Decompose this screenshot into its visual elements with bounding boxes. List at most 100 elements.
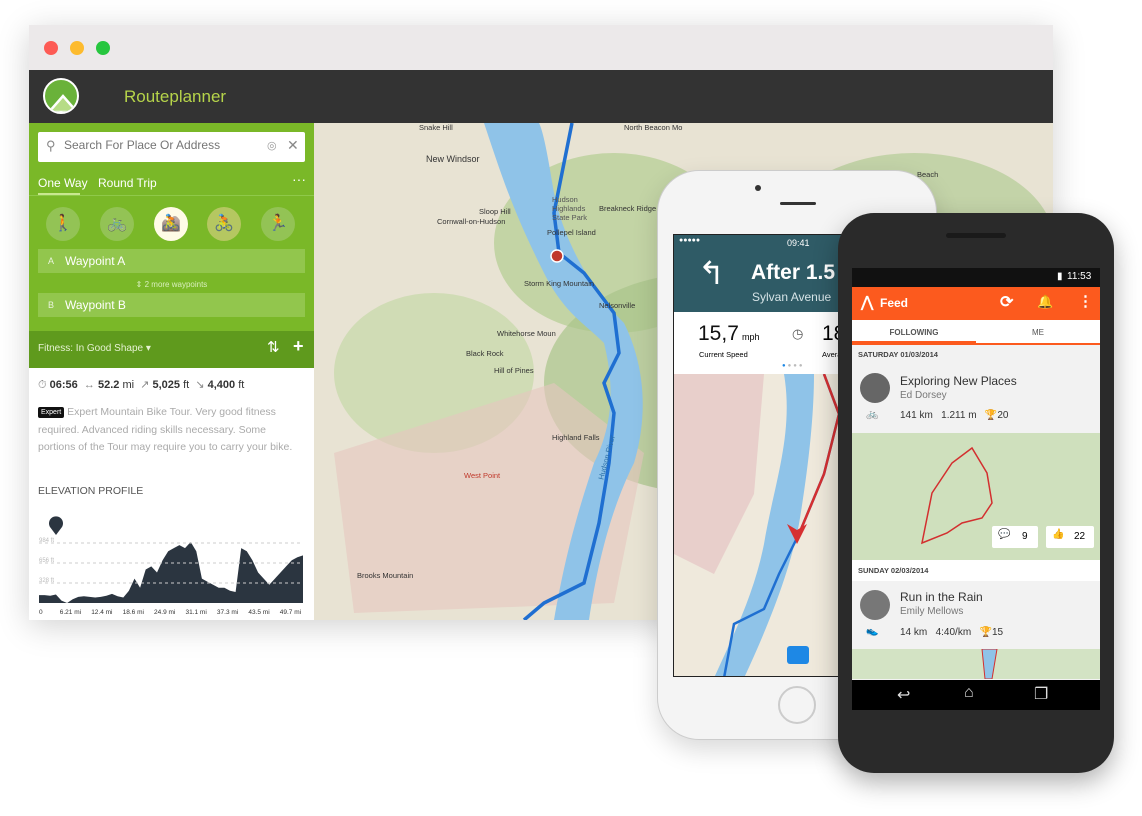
activity-map[interactable]	[852, 649, 1100, 679]
map-label: Storm King Mountain	[524, 279, 595, 288]
mode-hiking-button[interactable]: 🚶	[46, 207, 80, 241]
activity-card[interactable]: Exploring New Places Ed Dorsey 🚲 141 km …	[852, 365, 1100, 560]
tab-one-way[interactable]: One Way	[38, 176, 88, 190]
fitness-dropdown[interactable]: Fitness: In Good Shape ▾	[38, 343, 151, 354]
mode-running-button[interactable]: 🏃	[261, 207, 295, 241]
elevation-x-tick: 24.9 mi	[154, 609, 175, 616]
uphill: 5,025	[152, 379, 181, 391]
trophy-icon: 🏆	[984, 410, 998, 421]
home-icon[interactable]: ⌂	[964, 684, 974, 702]
more-waypoints-label: 2 more waypoints	[144, 280, 208, 289]
elevation-x-tick: 37.3 mi	[217, 609, 238, 616]
kudos-button[interactable]: 👍 22	[1046, 526, 1094, 548]
feed-date: SUNDAY 02/03/2014	[858, 566, 929, 575]
clear-icon[interactable]: ✕	[287, 137, 299, 154]
map-label: Brooks Mountain	[357, 571, 414, 580]
home-button[interactable]	[778, 686, 816, 724]
elevation-x-tick: 49.7 mi	[280, 609, 301, 616]
tab-following[interactable]: FOLLOWING	[852, 328, 976, 337]
refresh-icon[interactable]: ⟳	[1000, 292, 1013, 312]
more-options-icon[interactable]: ···	[292, 171, 306, 187]
elevation-x-tick: 6.21 mi	[60, 609, 81, 616]
status-bar: ▮ 11:53	[852, 268, 1100, 287]
minimize-window-button[interactable]	[70, 41, 84, 55]
komoot-logo[interactable]	[43, 78, 79, 114]
map-label: Breakneck Ridge	[599, 204, 657, 213]
map-label: Whitehorse Moun	[497, 329, 556, 338]
running-icon: 🏃	[268, 215, 288, 232]
map-label: Cornwall-on-Hudson	[437, 217, 506, 226]
comment-icon: 💬	[998, 529, 1011, 540]
notifications-icon[interactable]: 🔔	[1037, 294, 1053, 310]
elevation-gain: 1.211 m	[941, 410, 977, 421]
mode-mountain-bike-button[interactable]: 🚵	[154, 207, 188, 241]
screen-title: Feed	[880, 296, 909, 310]
start-marker-icon[interactable]	[49, 516, 63, 535]
app-title: Routeplanner	[124, 87, 227, 106]
tab-me[interactable]: ME	[976, 328, 1100, 337]
kudos-count: 22	[1074, 531, 1086, 542]
athlete-name[interactable]: Emily Mellows	[900, 606, 963, 617]
current-speed: 15,7	[698, 322, 739, 345]
distance: 52.2	[97, 379, 120, 391]
speed-panel: 15,7 mph Current Speed ◷ 18 Avera ●●●●	[674, 312, 852, 374]
uphill-icon: ↗	[140, 379, 150, 391]
overflow-menu-icon[interactable]: ⋮	[1078, 292, 1093, 310]
athlete-name[interactable]: Ed Dorsey	[900, 390, 947, 401]
route-stats: ⏱ 06:56 ↔ 52.2 mi ↗ 5,025 ft ↘ 4,400 ft	[38, 378, 244, 392]
route-marker[interactable]	[550, 249, 564, 263]
avatar[interactable]	[860, 590, 890, 620]
speaker	[946, 233, 1006, 238]
elevation-chart[interactable]: 984 ft 656 ft 328 ft 0 6.21 mi 12.4 mi 18.6 mi…	[29, 505, 314, 620]
back-icon[interactable]: ↩	[897, 685, 910, 705]
feed-date-row: SUNDAY 02/03/2014	[852, 560, 1100, 581]
maximize-window-button[interactable]	[96, 41, 110, 55]
map-label: Nelsonville	[599, 301, 636, 310]
activity-title[interactable]: Run in the Rain	[900, 590, 983, 604]
bike-icon: 🚲	[866, 409, 879, 420]
battery-icon: ▮	[1057, 271, 1063, 282]
mountain-bike-icon: 🚵	[161, 215, 181, 232]
activity-card[interactable]: Run in the Rain Emily Mellows 👟 14 km 4:…	[852, 581, 1100, 681]
tab-round-trip[interactable]: Round Trip	[98, 176, 157, 190]
map-label: Hill of Pines	[494, 366, 534, 375]
distance: 141 km	[900, 410, 933, 421]
locate-icon[interactable]: ◎	[267, 139, 277, 152]
search-box: ⚲ ◎ ✕	[38, 132, 305, 162]
map-label: Snake Hill	[419, 123, 453, 132]
signal-indicator: ●●●●●	[679, 237, 701, 244]
mode-bike-touring-button[interactable]: 🚲	[100, 207, 134, 241]
speaker	[780, 202, 816, 205]
route-panel: ⚲ ◎ ✕ One Way Round Trip ··· 🚶 🚲 🚵 🚴 🏃 A…	[29, 123, 314, 620]
title-bar	[29, 25, 1053, 70]
waypoint-b[interactable]: B Waypoint B	[38, 293, 305, 317]
downhill-unit: ft	[238, 379, 245, 391]
nav-header: ●●●●● 09:41 ↰ After 1.5 Sylvan Avenue	[674, 235, 852, 312]
comments-button[interactable]: 💬 9	[992, 526, 1038, 548]
duration: 06:56	[49, 379, 78, 391]
nav-map[interactable]	[674, 374, 853, 677]
speedometer-icon: ◷	[792, 326, 804, 341]
trophy-count: 20	[997, 410, 1009, 421]
speed-label: Current Speed	[699, 350, 748, 359]
strava-feed-screen: ▮ 11:53 ⋀ Feed ⟳ 🔔 ⋮ FOLLOWING ME SATURD…	[852, 268, 1100, 710]
recent-apps-icon[interactable]: ❐	[1034, 684, 1048, 704]
map-label: Highland Falls	[552, 433, 600, 442]
downhill-icon: ↘	[195, 379, 205, 391]
add-waypoint-icon[interactable]: +	[293, 336, 304, 357]
close-window-button[interactable]	[44, 41, 58, 55]
waypoint-label: Waypoint A	[65, 254, 126, 268]
mode-road-bike-button[interactable]: 🚴	[207, 207, 241, 241]
turn-left-icon: ↰	[698, 255, 725, 291]
camera-button[interactable]	[787, 646, 809, 664]
page-dots[interactable]: ●●●●	[782, 363, 805, 369]
feed-tabs: FOLLOWING ME	[852, 320, 1100, 345]
waypoint-a[interactable]: A Waypoint A	[38, 249, 305, 273]
avatar[interactable]	[860, 373, 890, 403]
more-waypoints-toggle[interactable]: ⇕ 2 more waypoints	[29, 280, 314, 289]
elevation-y-tick: 984 ft	[39, 538, 54, 544]
search-input[interactable]	[64, 138, 264, 152]
reverse-route-icon[interactable]: ⇅	[267, 338, 280, 356]
activity-title[interactable]: Exploring New Places	[900, 374, 1017, 388]
android-device: ▮ 11:53 ⋀ Feed ⟳ 🔔 ⋮ FOLLOWING ME SATURD…	[838, 213, 1114, 773]
